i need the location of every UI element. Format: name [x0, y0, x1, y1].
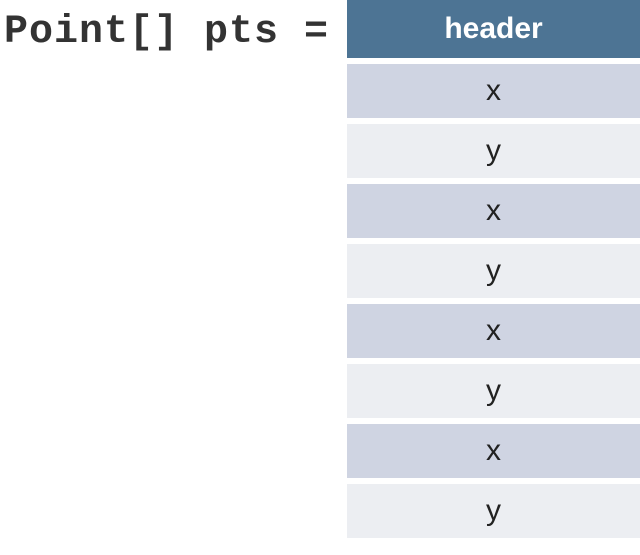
table-row: y	[347, 124, 640, 178]
table-row: y	[347, 364, 640, 418]
table-header: header	[347, 0, 640, 58]
table-row: x	[347, 64, 640, 118]
table-row: y	[347, 244, 640, 298]
table-row: x	[347, 424, 640, 478]
memory-layout-table: header x y x y x y x y	[347, 0, 640, 544]
diagram-container: Point[] pts = header x y x y x y x y	[0, 0, 640, 544]
array-declaration-code: Point[] pts =	[0, 0, 329, 55]
table-row: x	[347, 184, 640, 238]
table-row: x	[347, 304, 640, 358]
table-row: y	[347, 484, 640, 538]
